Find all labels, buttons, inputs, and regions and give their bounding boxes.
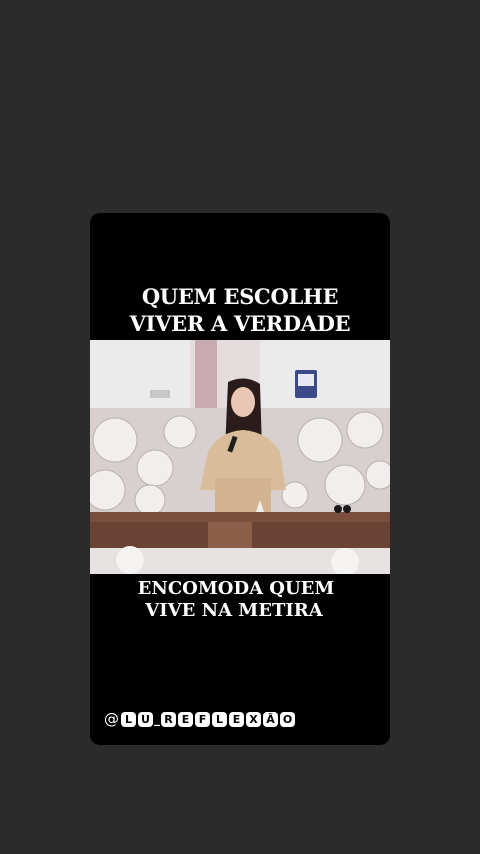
handle-char: Ã	[263, 711, 278, 727]
story-card[interactable]: QUEM ESCOLHE VIVER A VERDADE ENCOMODA QU…	[90, 213, 390, 745]
video-frame[interactable]	[90, 340, 390, 574]
handle-char: U	[138, 711, 153, 727]
handle-char: _	[154, 712, 160, 726]
scene-pulpit-top	[90, 512, 390, 522]
caption-top-line-2: VIVER A VERDADE	[129, 311, 351, 336]
handle-char: F	[195, 711, 210, 727]
account-handle[interactable]: @ L U _ R E F L E X Ã O	[104, 710, 296, 728]
handle-char: E	[178, 711, 193, 727]
video-scene	[90, 340, 390, 574]
caption-bottom-line-1: ENCOMODA QUEM	[137, 578, 335, 599]
handle-char: L	[212, 711, 227, 727]
handle-char: L	[121, 711, 136, 727]
caption-bottom: ENCOMODA QUEM VIVE NA METIRA	[90, 578, 390, 622]
caption-bottom-line-2: VIVE NA METIRA	[145, 600, 323, 621]
caption-top: QUEM ESCOLHE VIVER A VERDADE	[90, 283, 390, 337]
handle-at-sign: @	[104, 710, 119, 728]
handle-char: O	[280, 711, 295, 727]
scene-pillar	[195, 340, 217, 408]
handle-char: E	[229, 711, 244, 727]
caption-top-line-1: QUEM ESCOLHE	[141, 284, 339, 309]
handle-char: R	[161, 711, 176, 727]
handle-char: X	[246, 711, 261, 727]
